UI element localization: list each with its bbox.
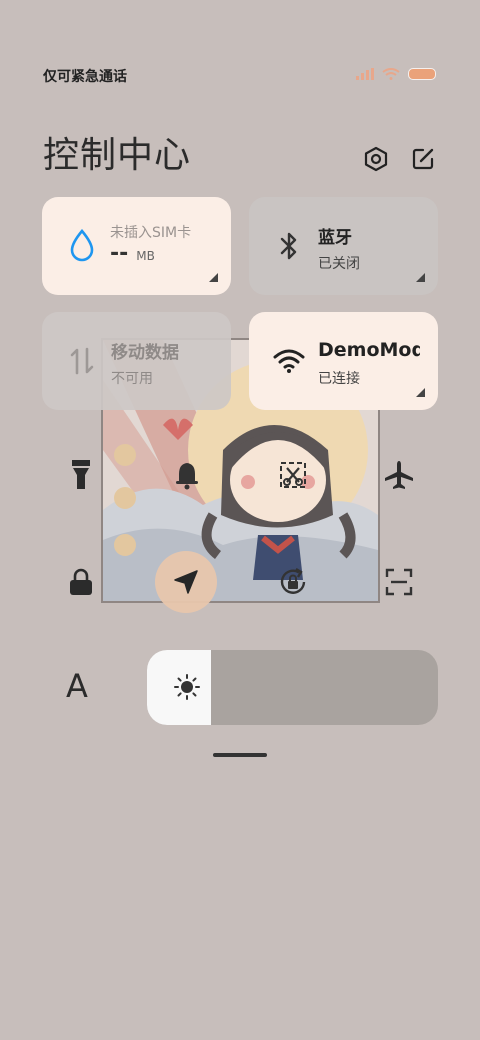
status-icons: [356, 68, 436, 80]
page-title: 控制中心: [43, 135, 192, 176]
data-usage-unit: MB: [136, 249, 155, 263]
data-usage-value: --: [110, 241, 129, 266]
wifi-tile[interactable]: DemoMod 已连接: [249, 312, 438, 410]
wifi-network-name: DemoMod: [318, 339, 420, 361]
expand-corner-icon: [209, 273, 218, 282]
hexagon-settings-icon[interactable]: [361, 144, 391, 174]
bluetooth-tile[interactable]: 蓝牙 已关闭: [249, 197, 438, 295]
mobile-data-status: 不可用: [111, 371, 153, 387]
screenshot-icon[interactable]: [271, 453, 315, 497]
data-usage-tile[interactable]: 未插入SIM卡 -- MB: [42, 197, 231, 295]
battery-icon: [408, 68, 436, 80]
brightness-slider[interactable]: [147, 650, 438, 725]
sun-icon: [173, 673, 201, 705]
wifi-status-icon: [382, 68, 400, 80]
bluetooth-title: 蓝牙: [318, 228, 352, 248]
signal-icon: [356, 68, 374, 80]
data-usage-label: 未插入SIM卡: [110, 225, 192, 241]
wifi-icon: [273, 345, 305, 377]
home-indicator[interactable]: [213, 753, 267, 757]
bell-icon[interactable]: [165, 453, 209, 497]
flashlight-icon[interactable]: [59, 453, 103, 497]
wifi-status: 已连接: [318, 371, 360, 387]
mobile-data-title: 移动数据: [111, 343, 179, 363]
location-icon[interactable]: [155, 551, 217, 613]
bluetooth-status: 已关闭: [318, 256, 360, 272]
scan-icon[interactable]: [377, 560, 421, 604]
edit-icon[interactable]: [408, 144, 438, 174]
mobile-data-tile[interactable]: 移动数据 不可用: [42, 312, 231, 410]
status-carrier-text: 仅可紧急通话: [43, 69, 127, 85]
rotation-lock-icon[interactable]: [271, 560, 315, 604]
expand-corner-icon: [416, 388, 425, 397]
lock-icon[interactable]: [59, 560, 103, 604]
expand-corner-icon: [416, 273, 425, 282]
mobile-data-icon: [66, 345, 98, 377]
water-drop-icon: [66, 229, 98, 262]
airplane-icon[interactable]: [377, 453, 421, 497]
bluetooth-icon: [273, 230, 305, 262]
text-size-button[interactable]: A: [66, 667, 88, 705]
